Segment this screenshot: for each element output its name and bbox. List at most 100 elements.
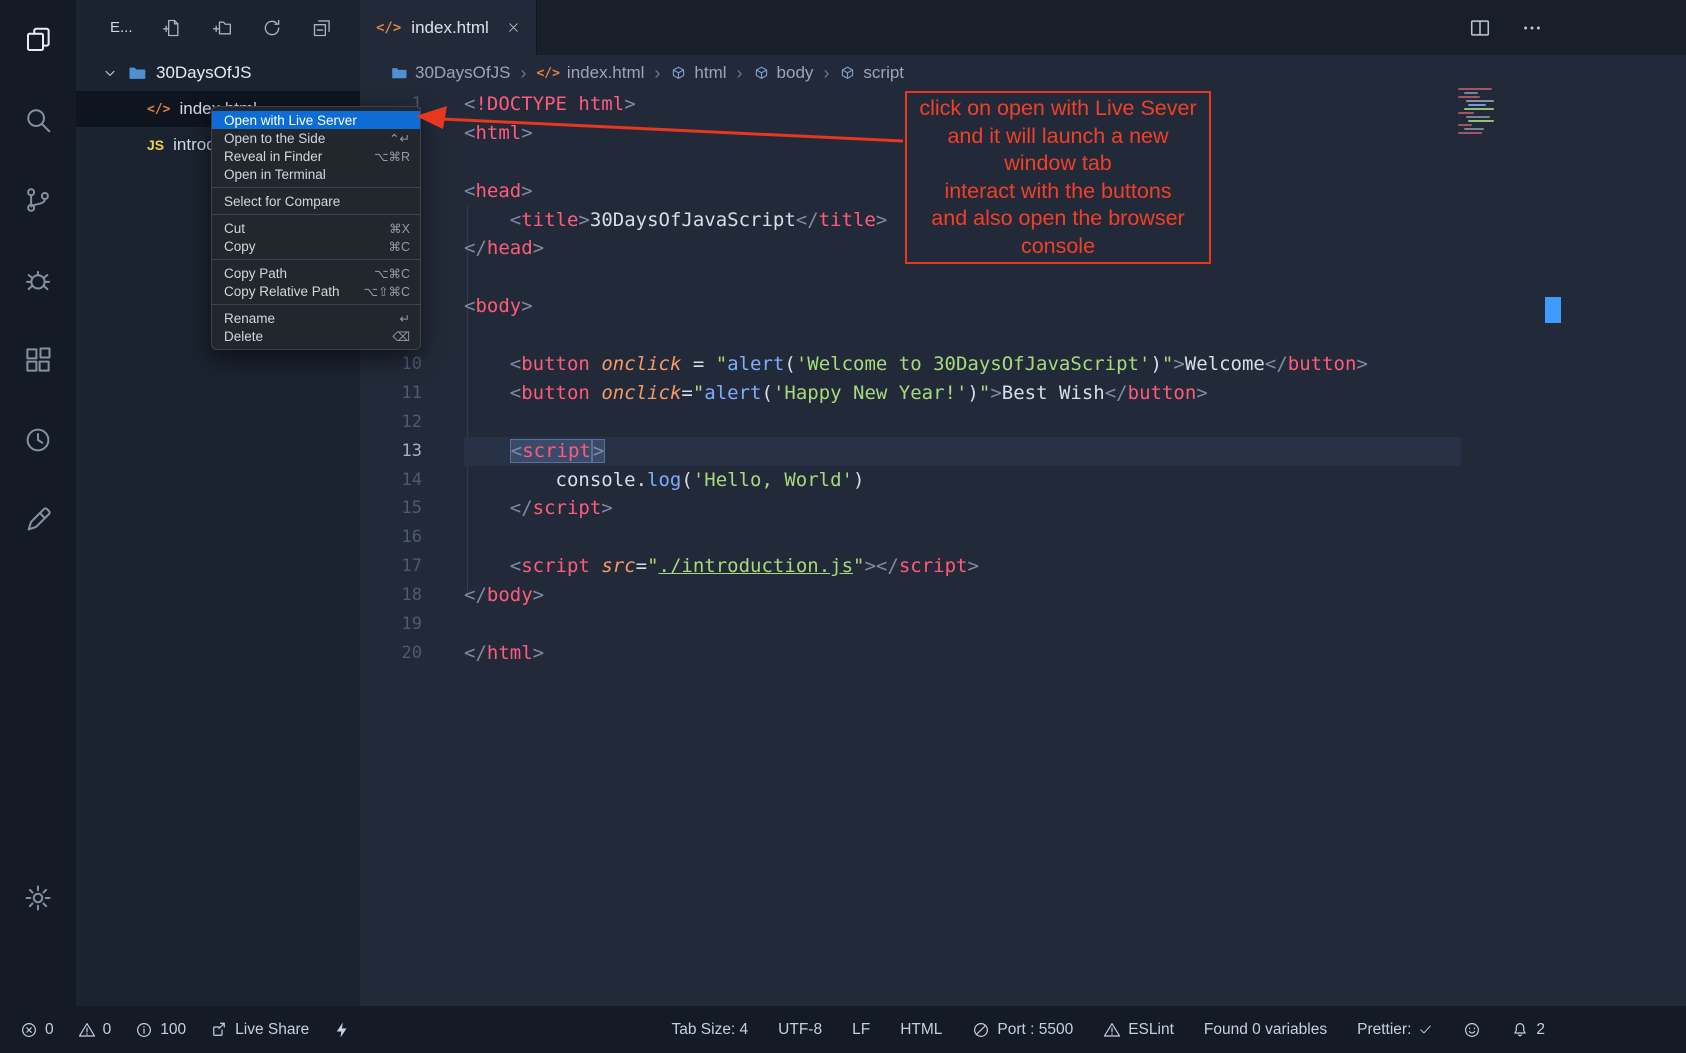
line-number[interactable]: 13 xyxy=(360,437,422,466)
search-icon[interactable] xyxy=(16,98,60,142)
symbol-cube-icon xyxy=(753,65,770,82)
history-icon[interactable] xyxy=(16,418,60,462)
vscode-window: E... 30DaysOfJS</>index.htmlJSintroducti… xyxy=(0,0,1686,1053)
run-and-debug-icon[interactable] xyxy=(16,258,60,302)
error-circle-icon xyxy=(20,1021,38,1039)
tab-bar: </> index.html xyxy=(360,0,1686,55)
status-bar-right: Tab Size: 4 UTF-8 LF HTML Port : 5500 ESLint F… xyxy=(671,1006,1545,1053)
explorer-actions xyxy=(161,17,333,39)
lightning-icon xyxy=(333,1021,351,1039)
breadcrumb-script[interactable]: script xyxy=(839,63,904,83)
collapse-all-icon[interactable] xyxy=(311,17,333,39)
status-lf[interactable]: LF xyxy=(852,1021,870,1039)
explorer-title: E... xyxy=(110,19,133,36)
line-number[interactable]: 15 xyxy=(360,494,422,523)
code-line[interactable]: 7 xyxy=(360,263,1461,292)
code-line[interactable]: 9 xyxy=(360,321,1461,350)
menu-item-cut[interactable]: Cut⌘X xyxy=(212,219,420,237)
tree-root-folder[interactable]: 30DaysOfJS xyxy=(76,55,360,91)
breadcrumb-body[interactable]: body xyxy=(753,63,814,83)
code-line[interactable]: 18</body> xyxy=(360,581,1461,610)
check-icon xyxy=(1418,1022,1433,1037)
menu-shortcut: ⌘C xyxy=(388,239,410,254)
breadcrumb-separator: › xyxy=(520,63,526,84)
line-number[interactable]: 12 xyxy=(360,408,422,437)
code-line[interactable]: 13 <script> xyxy=(360,437,1461,466)
status-0[interactable]: 0 xyxy=(78,1021,112,1039)
code-line[interactable]: 11 <button onclick="alert('Happy New Yea… xyxy=(360,379,1461,408)
code-line[interactable]: 15 </script> xyxy=(360,494,1461,523)
menu-item-open-with-live-server[interactable]: Open with Live Server xyxy=(212,111,420,129)
scrollbar-marker[interactable] xyxy=(1545,297,1561,323)
refresh-icon[interactable] xyxy=(261,17,283,39)
status-utf-8[interactable]: UTF-8 xyxy=(778,1021,822,1039)
code-line[interactable]: 10 <button onclick = "alert('Welcome to … xyxy=(360,350,1461,379)
breadcrumb-separator: › xyxy=(823,63,829,84)
status-smiley[interactable] xyxy=(1463,1021,1481,1039)
status-lightning[interactable] xyxy=(333,1021,351,1039)
explorer-icon[interactable] xyxy=(16,18,60,62)
status-prettier[interactable]: Prettier: xyxy=(1357,1021,1433,1039)
annotation-box: click on open with Live Severand it will… xyxy=(905,91,1211,264)
status-2[interactable]: 2 xyxy=(1511,1021,1545,1039)
more-actions-icon[interactable] xyxy=(1520,16,1544,40)
code-line[interactable]: 17 <script src="./introduction.js"></scr… xyxy=(360,552,1461,581)
split-editor-icon[interactable] xyxy=(1468,16,1492,40)
menu-item-reveal-in-finder[interactable]: Reveal in Finder⌥⌘R xyxy=(212,147,420,165)
menu-divider xyxy=(212,259,420,260)
line-number[interactable]: 18 xyxy=(360,581,422,610)
menu-item-copy-path[interactable]: Copy Path⌥⌘C xyxy=(212,264,420,282)
symbol-cube-icon xyxy=(839,65,856,82)
menu-item-open-in-terminal[interactable]: Open in Terminal xyxy=(212,165,420,183)
extensions-icon[interactable] xyxy=(16,338,60,382)
menu-item-select-for-compare[interactable]: Select for Compare xyxy=(212,192,420,210)
folder-icon xyxy=(390,64,408,82)
tab-index-html[interactable]: </> index.html xyxy=(360,0,537,55)
new-folder-icon[interactable] xyxy=(211,17,233,39)
html-file-icon: </> xyxy=(376,20,401,36)
code-line[interactable]: 14 console.log('Hello, World') xyxy=(360,466,1461,495)
status-live-share[interactable]: Live Share xyxy=(210,1021,309,1039)
status-found-0-variables[interactable]: Found 0 variables xyxy=(1204,1021,1327,1039)
code-line[interactable]: 8<body> xyxy=(360,292,1461,321)
menu-item-delete[interactable]: Delete⌫ xyxy=(212,327,420,345)
menu-shortcut: ⌫ xyxy=(392,329,410,344)
code-line[interactable]: 16 xyxy=(360,523,1461,552)
settings-icon[interactable] xyxy=(16,876,60,920)
breadcrumb-index-html[interactable]: </>index.html xyxy=(536,63,644,83)
feedback-icon[interactable] xyxy=(16,498,60,542)
code-line[interactable]: 19 xyxy=(360,610,1461,639)
line-number[interactable]: 17 xyxy=(360,552,422,581)
menu-item-copy-relative-path[interactable]: Copy Relative Path⌥⇧⌘C xyxy=(212,282,420,300)
editor-actions xyxy=(1468,16,1544,40)
status-100[interactable]: 100 xyxy=(135,1021,186,1039)
status-port-5500[interactable]: Port : 5500 xyxy=(972,1021,1073,1039)
menu-item-open-to-the-side[interactable]: Open to the Side⌃↵ xyxy=(212,129,420,147)
status-html[interactable]: HTML xyxy=(900,1021,942,1039)
menu-item-rename[interactable]: Rename↵ xyxy=(212,309,420,327)
line-number[interactable]: 11 xyxy=(360,379,422,408)
html-file-icon: </> xyxy=(147,102,170,117)
status-0[interactable]: 0 xyxy=(20,1021,54,1039)
menu-shortcut: ⌥⌘R xyxy=(374,149,410,164)
menu-shortcut: ⌘X xyxy=(389,221,410,236)
close-icon[interactable] xyxy=(507,21,520,34)
menu-item-copy[interactable]: Copy⌘C xyxy=(212,237,420,255)
line-number[interactable]: 19 xyxy=(360,610,422,639)
breadcrumb-30daysofjs[interactable]: 30DaysOfJS xyxy=(390,63,510,83)
code-line[interactable]: 12 xyxy=(360,408,1461,437)
minimap[interactable] xyxy=(1458,88,1546,136)
source-control-icon[interactable] xyxy=(16,178,60,222)
line-number[interactable]: 20 xyxy=(360,639,422,668)
menu-divider xyxy=(212,214,420,215)
line-number[interactable]: 14 xyxy=(360,466,422,495)
line-number[interactable]: 16 xyxy=(360,523,422,552)
status-tab-size-4[interactable]: Tab Size: 4 xyxy=(671,1021,748,1039)
status-eslint[interactable]: ESLint xyxy=(1103,1021,1174,1039)
new-file-icon[interactable] xyxy=(161,17,183,39)
breadcrumb-html[interactable]: html xyxy=(670,63,726,83)
menu-divider xyxy=(212,304,420,305)
code-line[interactable]: 20</html> xyxy=(360,639,1461,668)
line-number[interactable]: 10 xyxy=(360,350,422,379)
code-file-icon: </> xyxy=(536,66,559,81)
